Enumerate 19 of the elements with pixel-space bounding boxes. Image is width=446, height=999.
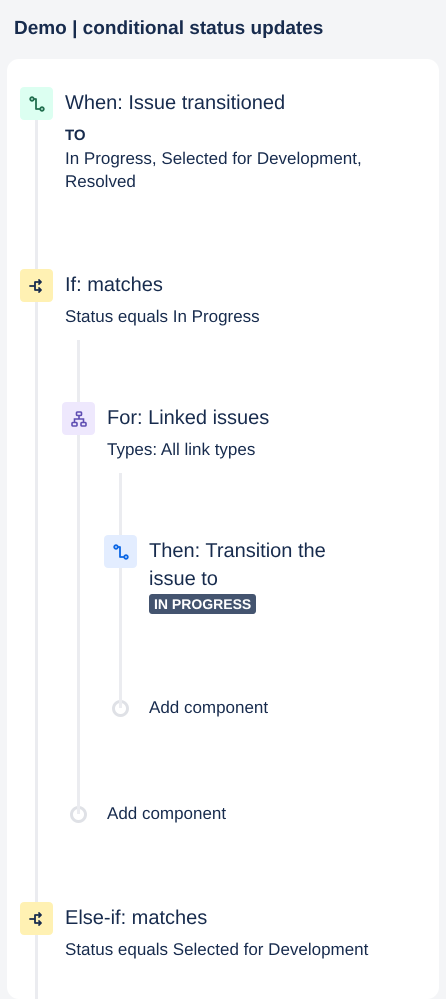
page-title: Demo | conditional status updates [13, 17, 324, 41]
add-component-link[interactable]: Add component [149, 696, 268, 720]
step-title[interactable]: For: Linked issues [107, 402, 270, 432]
step-detail: Status equals In Progress [65, 306, 260, 328]
transition-icon [112, 544, 128, 560]
add-component-link[interactable]: Add component [107, 802, 226, 826]
step-detail: Status equals Selected for Development [65, 939, 368, 961]
step-title[interactable]: Else-if: matches [65, 902, 368, 932]
transition-icon [28, 96, 44, 112]
hierarchy-icon [70, 410, 86, 426]
branch-icon [28, 910, 44, 926]
branch-icon [28, 278, 44, 294]
step-detail: In Progress, Selected for Development, Resolved [65, 148, 363, 193]
step-title[interactable]: If: matches [65, 269, 260, 299]
step-title[interactable]: When: Issue transitioned [65, 87, 435, 117]
step-detail: Types: All link types [107, 439, 256, 461]
step-title[interactable]: Then: Transition the issue to [149, 535, 369, 593]
status-lozenge: IN PROGRESS [149, 594, 256, 614]
field-label: TO [65, 126, 87, 146]
